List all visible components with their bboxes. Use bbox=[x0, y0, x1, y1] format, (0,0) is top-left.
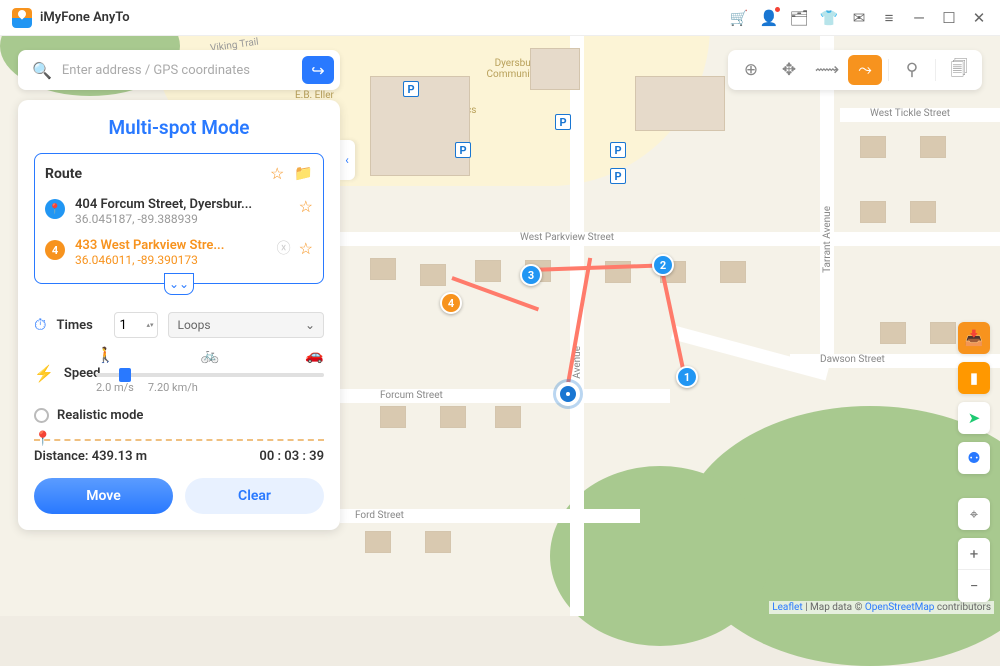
osm-link[interactable]: OpenStreetMap bbox=[865, 602, 935, 613]
car-icon[interactable]: 🚗 bbox=[305, 346, 324, 364]
street-tarrant: Tarrant Avenue bbox=[822, 206, 833, 273]
route-marker-4[interactable]: 4 bbox=[440, 292, 462, 314]
dash-line bbox=[34, 439, 324, 441]
locate-button[interactable]: ⌖ bbox=[958, 498, 990, 530]
walk-icon[interactable]: 🚶 bbox=[96, 346, 115, 364]
zoom-in-button[interactable]: + bbox=[958, 538, 990, 570]
expand-route-button[interactable]: ⌄⌄ bbox=[164, 273, 194, 295]
street-forcum: Forcum Street bbox=[380, 390, 443, 401]
start-pin-icon: 📍 bbox=[45, 199, 65, 219]
app-logo bbox=[12, 8, 32, 28]
times-input[interactable]: 1 ▴▾ bbox=[114, 312, 158, 338]
route-marker-2[interactable]: 2 bbox=[652, 254, 674, 276]
realistic-radio[interactable] bbox=[34, 408, 49, 423]
mode-toolbar: ⊕ ✥ ⟿ ⤳ ⚲ 🗐 bbox=[728, 50, 982, 90]
shirt-icon[interactable]: 👕 bbox=[820, 9, 838, 27]
zoom-controls: + − bbox=[958, 538, 990, 602]
favorite-icon[interactable]: ☆ bbox=[270, 164, 284, 183]
mail-icon[interactable]: ✉ bbox=[850, 9, 868, 27]
titlebar-right: 🛒 👤 🗂 👕 ✉ ≡ — ☐ ✕ bbox=[730, 9, 988, 27]
realistic-label: Realistic mode bbox=[57, 408, 143, 423]
mode-panel: Multi-spot Mode Route ☆ 📁 📍 404 Forcum S… bbox=[18, 100, 340, 530]
multispot-mode-button[interactable]: ⤳ bbox=[848, 55, 882, 85]
speed-slider[interactable] bbox=[96, 373, 324, 377]
speed-ms: 2.0 m/s bbox=[96, 381, 134, 394]
timer-icon: ⏱ bbox=[34, 315, 46, 335]
route-address: 404 Forcum Street, Dyersbur... bbox=[75, 197, 289, 212]
minimize-icon[interactable]: — bbox=[910, 9, 928, 27]
street-parkview: West Parkview Street bbox=[520, 232, 614, 243]
gpx-mode-button[interactable]: 🗐 bbox=[942, 55, 976, 85]
search-go-button[interactable]: ↪ bbox=[302, 56, 334, 84]
parking-icon: P bbox=[610, 168, 626, 184]
move-button[interactable]: Move bbox=[34, 478, 173, 514]
titlebar-left: iMyFone AnyTo bbox=[12, 8, 130, 28]
right-toolbar: 📥 ▮ ➤ ⚉ ⌖ + − bbox=[958, 322, 990, 602]
history-button[interactable]: 📥 bbox=[958, 322, 990, 354]
times-label: Times bbox=[56, 318, 104, 333]
street-ford: Ford Street bbox=[355, 510, 404, 521]
route-coords: 36.045187, -89.388939 bbox=[75, 212, 289, 226]
search-input[interactable] bbox=[62, 63, 302, 78]
route-item[interactable]: 4 433 West Parkview Stre... 36.046011, -… bbox=[45, 232, 313, 273]
save-route-icon[interactable]: 📁 bbox=[294, 164, 313, 183]
route-item[interactable]: 📍 404 Forcum Street, Dyersbur... 36.0451… bbox=[45, 191, 313, 232]
distance-label: Distance: 439.13 m bbox=[34, 449, 147, 464]
pin-icon: 📍 bbox=[34, 431, 51, 447]
route-marker-1[interactable]: 1 bbox=[676, 366, 698, 388]
route-coords: 36.046011, -89.390173 bbox=[75, 253, 267, 267]
collapse-panel-button[interactable]: ‹ bbox=[339, 140, 355, 180]
route-label: Route bbox=[45, 166, 82, 182]
route-marker-3[interactable]: 3 bbox=[520, 264, 542, 286]
star-icon[interactable]: ☆ bbox=[299, 239, 313, 258]
loops-select[interactable]: Loops⌄ bbox=[168, 312, 324, 338]
user-icon[interactable]: 👤 bbox=[760, 9, 778, 27]
cart-icon[interactable]: 🛒 bbox=[730, 9, 748, 27]
speed-icon: ⚡ bbox=[34, 364, 54, 383]
stop-pin-icon: 4 bbox=[45, 240, 65, 260]
clear-button[interactable]: Clear bbox=[185, 478, 324, 514]
zoom-out-button[interactable]: − bbox=[958, 570, 990, 602]
bike-icon[interactable]: 🚲 bbox=[201, 346, 220, 364]
close-icon[interactable]: ✕ bbox=[970, 9, 988, 27]
route-address: 433 West Parkview Stre... bbox=[75, 238, 267, 253]
current-position bbox=[556, 382, 580, 406]
map-attribution: Leaflet | Map data © OpenStreetMap contr… bbox=[769, 601, 994, 614]
parking-icon: P bbox=[455, 142, 471, 158]
duration-value: 00 : 03 : 39 bbox=[259, 449, 324, 464]
maximize-icon[interactable]: ☐ bbox=[940, 9, 958, 27]
joystick-mode-button[interactable]: ✥ bbox=[772, 55, 806, 85]
briefcase-icon[interactable]: 🗂 bbox=[790, 9, 808, 27]
send-button[interactable]: ➤ bbox=[958, 402, 990, 434]
app-title: iMyFone AnyTo bbox=[40, 10, 130, 25]
search-icon: 🔍 bbox=[32, 61, 52, 80]
street-dawson: Dawson Street bbox=[820, 354, 885, 365]
panel-title: Multi-spot Mode bbox=[34, 116, 324, 139]
search-bar: 🔍 ↪ bbox=[18, 50, 340, 90]
remove-stop-icon[interactable]: ⓧ bbox=[277, 238, 291, 258]
parking-icon: P bbox=[403, 81, 419, 97]
star-icon[interactable]: ☆ bbox=[299, 197, 313, 216]
speed-mode-icons: 🚶 🚲 🚗 bbox=[96, 346, 324, 364]
menu-icon[interactable]: ≡ bbox=[880, 9, 898, 27]
street-tickle: West Tickle Street bbox=[870, 108, 950, 119]
twospot-mode-button[interactable]: ⟿ bbox=[810, 55, 844, 85]
speed-kmh: 7.20 km/h bbox=[148, 381, 198, 394]
parking-icon: P bbox=[555, 114, 571, 130]
toggle-button[interactable]: ⚉ bbox=[958, 442, 990, 474]
route-box: Route ☆ 📁 📍 404 Forcum Street, Dyersbur.… bbox=[34, 153, 324, 284]
favorites-button[interactable]: ▮ bbox=[958, 362, 990, 394]
speed-thumb[interactable] bbox=[119, 368, 131, 382]
parking-icon: P bbox=[610, 142, 626, 158]
leaflet-link[interactable]: Leaflet bbox=[772, 602, 802, 613]
titlebar: iMyFone AnyTo 🛒 👤 🗂 👕 ✉ ≡ — ☐ ✕ bbox=[0, 0, 1000, 36]
jump-mode-button[interactable]: ⚲ bbox=[895, 55, 929, 85]
teleport-mode-button[interactable]: ⊕ bbox=[734, 55, 768, 85]
